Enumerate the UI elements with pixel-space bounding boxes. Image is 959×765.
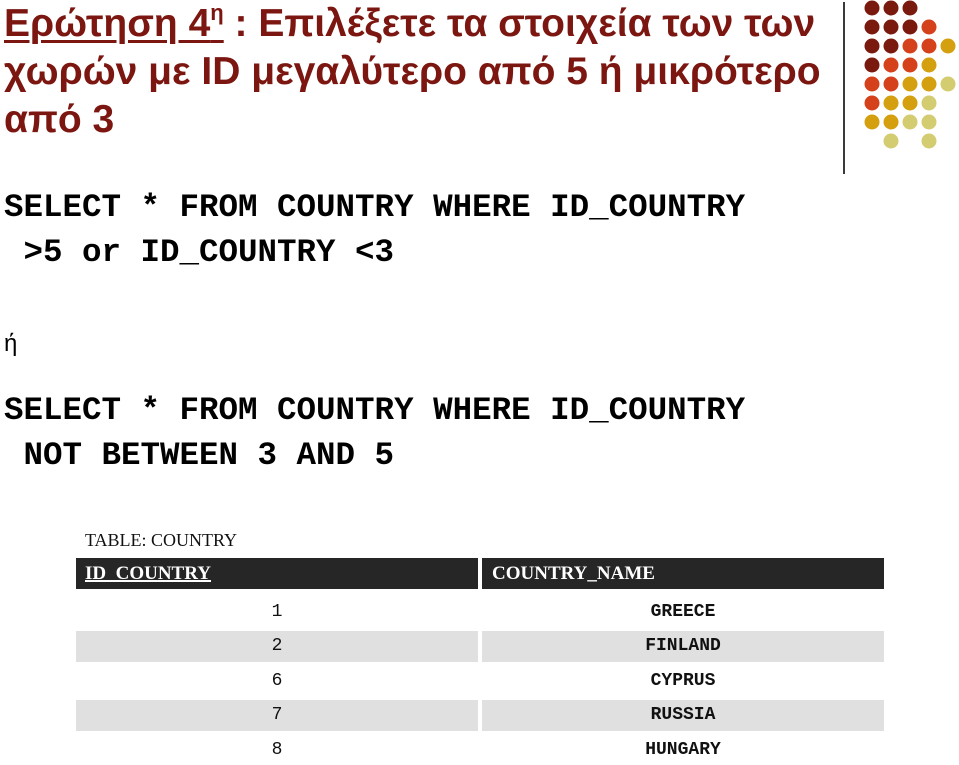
decorative-dot xyxy=(941,77,956,92)
decorative-dot xyxy=(903,96,918,111)
cell-country-name: HUNGARY xyxy=(482,734,884,765)
decorative-dot xyxy=(922,77,937,92)
table-header-row: ID_COUNTRY COUNTRY_NAME xyxy=(76,558,884,593)
cell-id: 8 xyxy=(76,734,478,765)
decorative-dot xyxy=(922,20,937,35)
table-caption: TABLE: COUNTRY xyxy=(85,530,237,551)
decorative-dot xyxy=(865,115,880,130)
decorative-dot xyxy=(903,39,918,54)
decorative-dot xyxy=(865,1,880,16)
decorative-dot xyxy=(922,96,937,111)
question-number: Ερώτηση 4 xyxy=(4,2,210,45)
question-label: Ερώτηση 4η xyxy=(4,2,224,45)
decorative-dot xyxy=(941,39,956,54)
decorative-dot xyxy=(865,39,880,54)
decorative-dot xyxy=(884,96,899,111)
decorative-dot xyxy=(922,134,937,149)
decorative-dot xyxy=(903,58,918,73)
table-row: 1 GREECE xyxy=(76,593,884,628)
decorative-dot xyxy=(922,39,937,54)
table-row: 2 FINLAND xyxy=(76,627,884,662)
decorative-dot xyxy=(865,77,880,92)
decorative-dot xyxy=(903,20,918,35)
slide-title: Ερώτηση 4η : Επιλέξετε τα στοιχεία των τ… xyxy=(4,0,824,144)
table-row: 6 CYPRUS xyxy=(76,662,884,697)
cell-country-name: CYPRUS xyxy=(482,665,884,696)
cell-id: 6 xyxy=(76,665,478,696)
table-row: 7 RUSSIA xyxy=(76,696,884,731)
decorative-dot xyxy=(922,115,937,130)
decorative-dot xyxy=(884,77,899,92)
column-header-name: COUNTRY_NAME xyxy=(482,558,884,589)
cell-country-name: RUSSIA xyxy=(482,700,884,731)
decorative-dot xyxy=(884,115,899,130)
column-header-name-label: COUNTRY_NAME xyxy=(492,563,655,585)
decorative-dot xyxy=(903,1,918,16)
cell-id: 7 xyxy=(76,700,478,731)
decorative-dot xyxy=(865,58,880,73)
column-header-id: ID_COUNTRY xyxy=(76,558,478,589)
decorative-dot xyxy=(865,20,880,35)
cell-id: 2 xyxy=(76,631,478,662)
decorative-dot xyxy=(903,115,918,130)
decorative-dot xyxy=(884,58,899,73)
decorative-dot xyxy=(922,58,937,73)
sql-query-1: SELECT * FROM COUNTRY WHERE ID_COUNTRY >… xyxy=(4,185,745,275)
column-header-id-label: ID_COUNTRY xyxy=(85,563,211,585)
decorative-dot xyxy=(903,77,918,92)
ordinal-superscript: η xyxy=(210,0,223,25)
decorative-dot xyxy=(884,1,899,16)
cell-id: 1 xyxy=(76,596,478,627)
decorative-dot xyxy=(884,39,899,54)
sql-query-2: SELECT * FROM COUNTRY WHERE ID_COUNTRY N… xyxy=(4,388,745,478)
decorative-divider xyxy=(843,2,845,174)
alternative-separator: ή xyxy=(4,330,17,358)
decorative-dot xyxy=(865,96,880,111)
decorative-dot xyxy=(884,20,899,35)
table-row: 8 HUNGARY xyxy=(76,731,884,765)
cell-country-name: FINLAND xyxy=(482,631,884,662)
result-table: ID_COUNTRY COUNTRY_NAME 1 GREECE 2 FINLA… xyxy=(76,558,884,765)
cell-country-name: GREECE xyxy=(482,596,884,627)
decorative-dot xyxy=(884,134,899,149)
